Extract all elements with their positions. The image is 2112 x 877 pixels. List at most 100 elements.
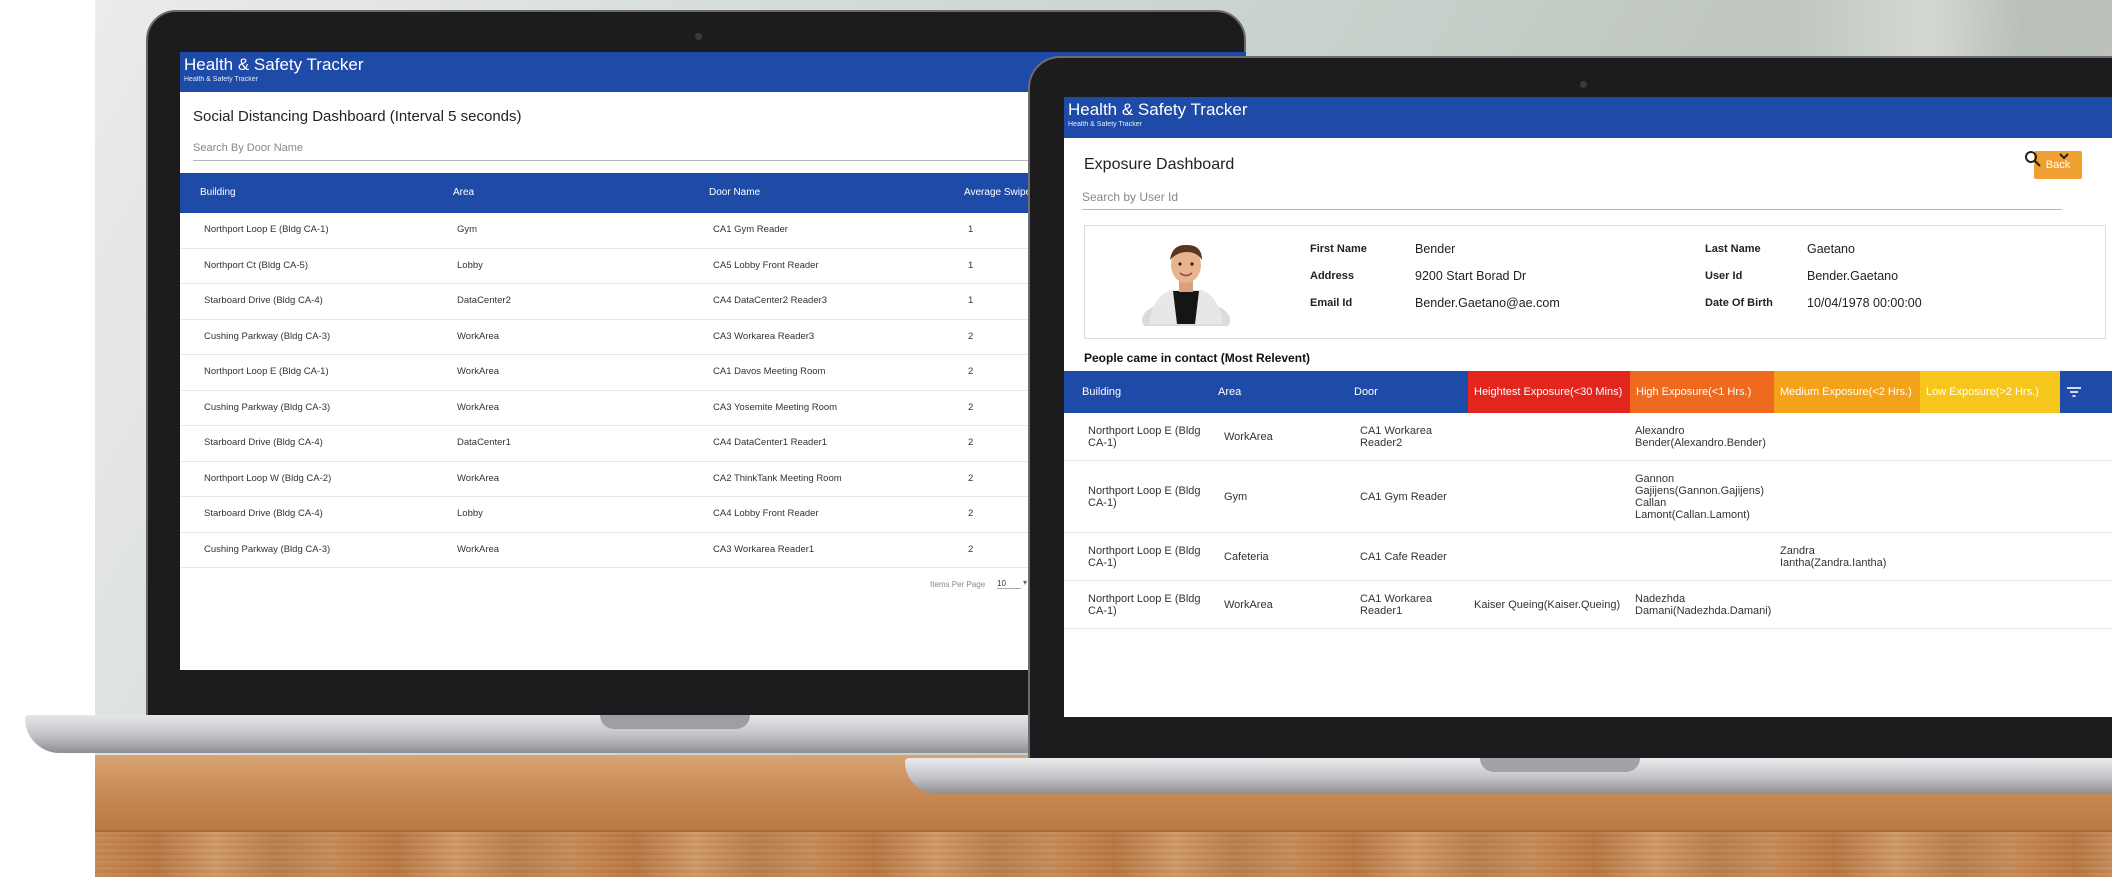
cell-door: CA1 Workarea Reader2	[1360, 424, 1432, 449]
cell-door-name: CA4 DataCenter1 Reader1	[713, 437, 828, 448]
back-laptop-notch	[600, 715, 750, 729]
cell-area: WorkArea	[457, 401, 500, 413]
cell-building: Northport Ct (Bldg CA-5)	[204, 259, 309, 271]
cell-area: Gym	[1224, 490, 1248, 503]
column-header-door[interactable]: Door	[1348, 371, 1478, 413]
cell-area: DataCenter2	[457, 295, 511, 306]
cell-average-swipe: 2	[968, 543, 974, 555]
user-id-label: User Id	[1705, 270, 1743, 282]
user-profile-card: First Name Bender Address 9200 Start Bor…	[1084, 225, 2106, 340]
first-name-label: First Name	[1310, 243, 1367, 255]
cell-average-swipe: 2	[968, 472, 974, 484]
cell-medium	[1780, 413, 1916, 460]
cell-area: WorkArea	[457, 543, 500, 555]
filter-icon[interactable]	[2066, 385, 2082, 399]
search-icon[interactable]	[2024, 150, 2044, 170]
cell-door: CA1 Gym Reader	[1360, 490, 1447, 503]
cell-door-name: CA1 Gym Reader	[713, 224, 788, 235]
cell-high	[1635, 533, 1775, 580]
cell-building: Northport Loop E (Bldg CA-1)	[1088, 424, 1201, 449]
column-header-highest-exposure[interactable]: Heightest Exposure(<30 Mins)	[1468, 371, 1630, 413]
cell-building: Cushing Parkway (Bldg CA-3)	[204, 330, 331, 342]
items-per-page-select[interactable]: 10	[997, 579, 1021, 589]
app-subtitle: Health & Safety Tracker	[1068, 121, 1142, 128]
cell-low	[1926, 581, 2056, 628]
column-header-building[interactable]: Building	[200, 173, 236, 213]
cell-area: WorkArea	[1224, 430, 1273, 443]
column-header-area[interactable]: Area	[453, 173, 474, 213]
cell-area: WorkArea	[457, 330, 500, 342]
cell-area: Lobby	[457, 259, 483, 271]
cell-average-swipe: 2	[968, 437, 974, 448]
cell-average-swipe: 1	[968, 259, 974, 271]
cell-area: Lobby	[457, 508, 483, 519]
cell-door: CA1 Cafe Reader	[1360, 550, 1447, 563]
chevron-down-icon[interactable]: ▾	[1023, 578, 1027, 587]
cell-average-swipe: 2	[968, 508, 974, 519]
page-title: Exposure Dashboard	[1084, 156, 1235, 173]
cell-building: Cushing Parkway (Bldg CA-3)	[204, 401, 331, 413]
dob-label: Date Of Birth	[1705, 297, 1773, 309]
column-header-low-exposure[interactable]: Low Exposure(>2 Hrs.)	[1920, 371, 2060, 413]
front-laptop-notch	[1480, 758, 1640, 772]
table-row[interactable]: Northport Loop E (Bldg CA-1) Cafeteria CA1…	[1064, 533, 2112, 581]
column-header-door-name[interactable]: Door Name	[709, 173, 760, 213]
column-header-area[interactable]: Area	[1212, 371, 1342, 413]
cell-door-name: CA1 Davos Meeting Room	[713, 366, 826, 377]
cell-building: Northport Loop W (Bldg CA-2)	[204, 472, 332, 484]
cell-door-name: CA3 Workarea Reader3	[713, 330, 815, 342]
app-header: Health & Safety Tracker Health & Safety …	[1064, 97, 2112, 138]
email-value: Bender.Gaetano@ae.com	[1415, 296, 1560, 310]
cell-medium	[1780, 461, 1916, 532]
exposure-table-body: Northport Loop E (Bldg CA-1) WorkArea CA1 …	[1064, 413, 2112, 629]
user-id-value: Bender.Gaetano	[1807, 269, 1899, 283]
chevron-down-icon[interactable]	[2057, 149, 2075, 169]
cell-highest	[1474, 413, 1629, 460]
address-value: 9200 Start Borad Dr	[1415, 269, 1527, 283]
user-search-input[interactable]: Search by User Id	[1082, 190, 2062, 210]
cell-building: Starboard Drive (Bldg CA-4)	[204, 437, 323, 448]
app-title: Health & Safety Tracker	[1068, 100, 1248, 119]
camera-icon	[695, 33, 702, 40]
cell-building: Northport Loop E (Bldg CA-1)	[1088, 544, 1201, 569]
column-header-high-exposure[interactable]: High Exposure(<1 Hrs.)	[1630, 371, 1774, 413]
camera-icon	[1580, 81, 1587, 88]
exposure-screen: Health & Safety Tracker Health & Safety …	[1064, 97, 2112, 717]
cell-average-swipe: 2	[968, 366, 974, 377]
cell-building: Northport Loop E (Bldg CA-1)	[204, 224, 329, 235]
column-header-building[interactable]: Building	[1076, 371, 1206, 413]
cell-door-name: CA4 Lobby Front Reader	[713, 508, 819, 519]
column-header-average-swipe[interactable]: Average Swipe	[964, 173, 1031, 213]
cell-area: WorkArea	[1224, 598, 1273, 611]
cell-building: Northport Loop E (Bldg CA-1)	[1088, 484, 1201, 509]
cell-area: WorkArea	[457, 472, 500, 484]
cell-building: Starboard Drive (Bldg CA-4)	[204, 295, 323, 306]
cell-area: WorkArea	[457, 366, 500, 377]
cell-average-swipe: 2	[968, 401, 974, 413]
cell-building: Starboard Drive (Bldg CA-4)	[204, 508, 323, 519]
exposure-table-header: Building Area Door Heightest Exposure(<3…	[1064, 371, 2112, 413]
table-row[interactable]: Northport Loop E (Bldg CA-1) Gym CA1 Gym R…	[1064, 461, 2112, 533]
cell-low	[1926, 533, 2056, 580]
cell-door-name: CA5 Lobby Front Reader	[713, 259, 819, 271]
column-header-medium-exposure[interactable]: Medium Exposure(<2 Hrs.)	[1774, 371, 1920, 413]
items-per-page-label: Items Per Page	[930, 580, 986, 589]
cell-medium: Zandra Iantha(Zandra.Iantha)	[1780, 544, 1887, 569]
cell-average-swipe: 1	[968, 295, 974, 306]
cell-low	[1926, 413, 2056, 460]
cell-door-name: CA4 DataCenter2 Reader3	[713, 295, 828, 306]
last-name-label: Last Name	[1705, 243, 1761, 255]
cell-building: Cushing Parkway (Bldg CA-3)	[204, 543, 331, 555]
table-row[interactable]: Northport Loop E (Bldg CA-1) WorkArea CA1 …	[1064, 413, 2112, 461]
email-label: Email Id	[1310, 297, 1353, 309]
cell-door-name: CA3 Yosemite Meeting Room	[713, 401, 838, 413]
cell-high: Alexandro Bender(Alexandro.Bender)	[1635, 424, 1766, 449]
cell-building: Northport Loop E (Bldg CA-1)	[204, 366, 329, 377]
contact-section-title: People came in contact (Most Relevent)	[1084, 351, 1311, 365]
address-label: Address	[1310, 270, 1355, 282]
dob-value: 10/04/1978 00:00:00	[1807, 296, 1922, 310]
cell-door-name: CA2 ThinkTank Meeting Room	[713, 472, 842, 484]
table-row[interactable]: Northport Loop E (Bldg CA-1) WorkArea CA1 …	[1064, 581, 2112, 629]
desk-edge	[95, 830, 2112, 877]
cell-area: Cafeteria	[1224, 550, 1269, 563]
